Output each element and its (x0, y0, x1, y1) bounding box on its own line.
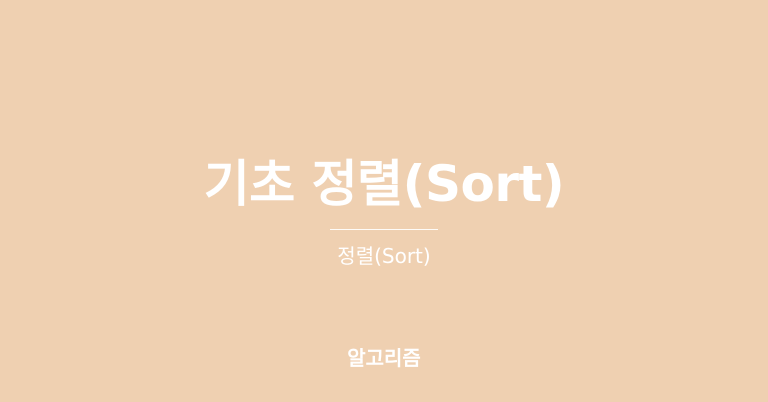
post-title: 기초 정렬(Sort) (203, 155, 565, 213)
post-subtitle: 정렬(Sort) (337, 244, 431, 268)
post-category: 알고리즘 (347, 346, 421, 370)
title-divider (330, 229, 438, 230)
post-cover: 기초 정렬(Sort) 정렬(Sort) 알고리즘 (0, 0, 768, 402)
